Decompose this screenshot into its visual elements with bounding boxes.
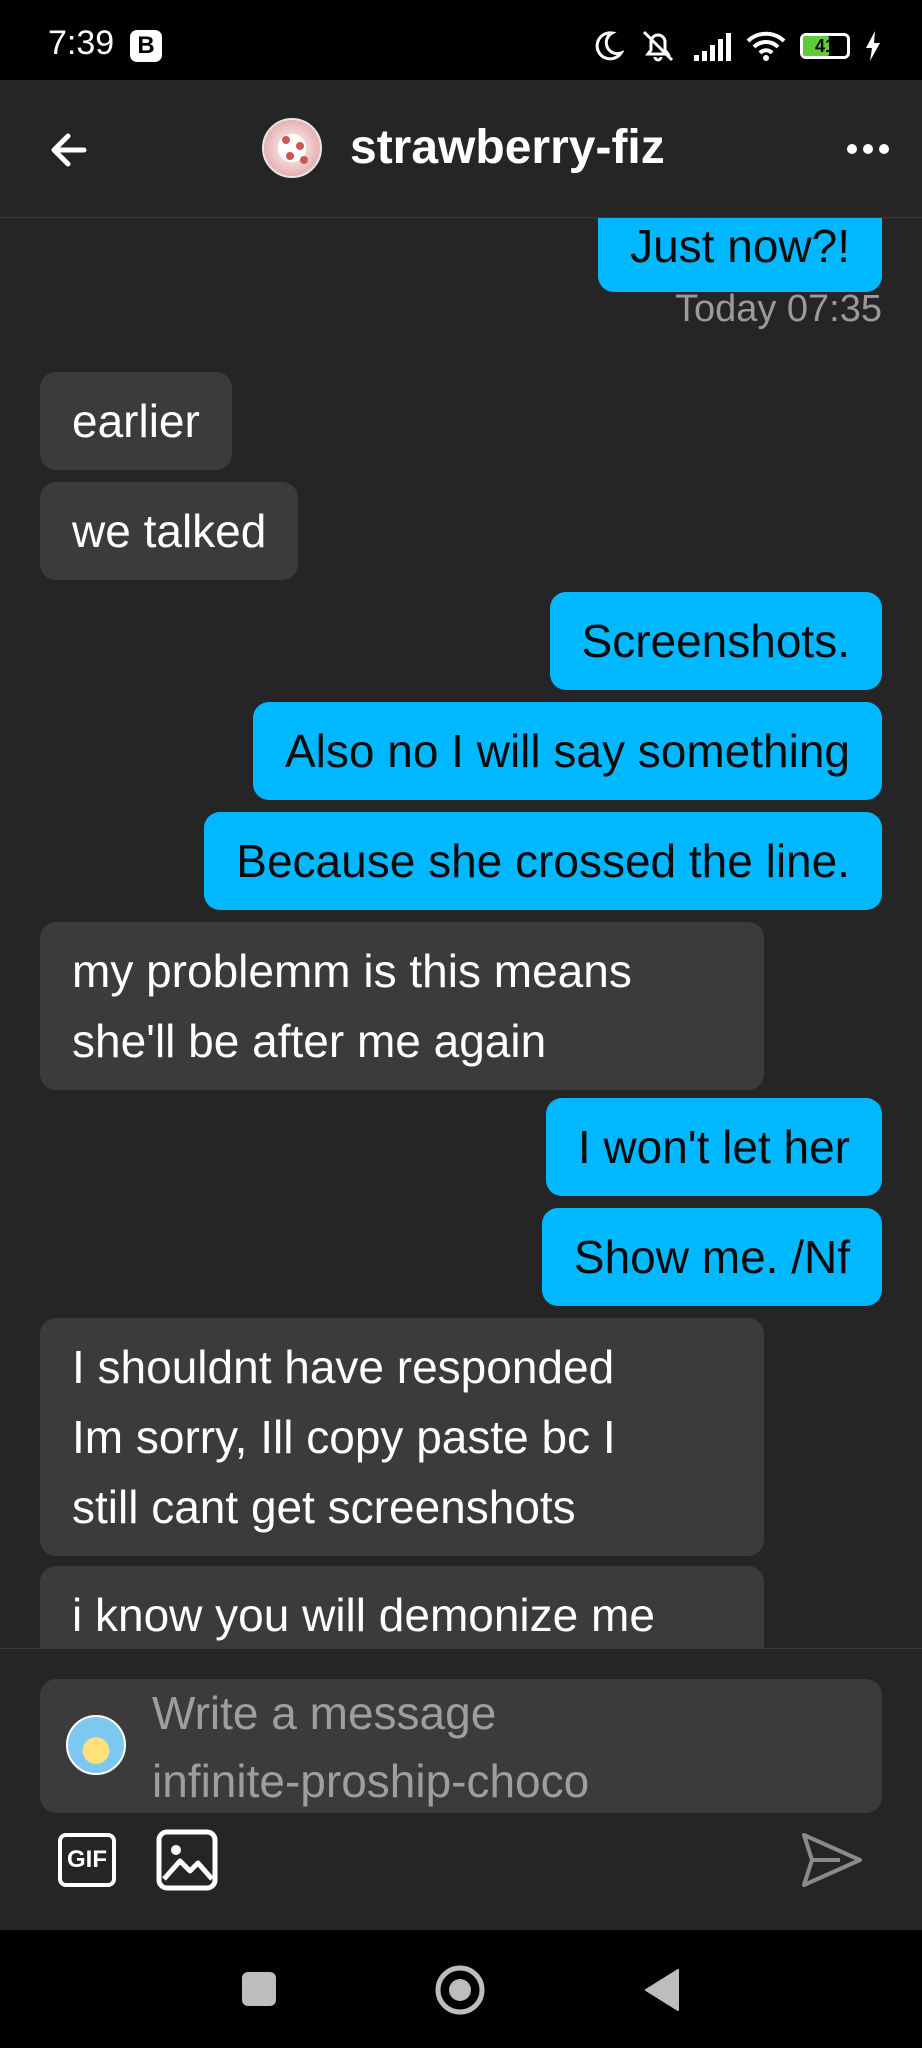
system-navigation-bar [0,1930,922,2048]
message-timestamp: Today 07:35 [674,288,882,330]
message-incoming[interactable]: i know you will demonize me [40,1566,764,1648]
message-incoming[interactable]: we talked [40,482,299,580]
input-blog-name: infinite-proship-choco [152,1755,590,1807]
conversation-title[interactable]: strawberry-fiz [350,120,665,176]
send-icon[interactable] [800,1829,864,1891]
wifi-icon [746,31,786,61]
back-nav-icon[interactable] [642,1968,682,2012]
back-arrow-icon[interactable] [40,120,100,180]
message-list[interactable]: Just now?! Today 07:35 earlier we talked… [0,218,922,1648]
input-placeholder: Write a message [152,1687,497,1739]
image-icon[interactable] [156,1829,218,1891]
charging-icon [866,31,880,61]
recents-icon[interactable] [240,1970,278,2008]
message-incoming[interactable]: I shouldnt have responded Im sorry, Ill … [40,1318,764,1556]
message-outgoing[interactable]: I won't let her [545,1098,882,1196]
message-input[interactable]: Write a message infinite-proship-choco [40,1679,882,1813]
message-outgoing[interactable]: Screenshots. [549,592,882,690]
gif-button[interactable]: GIF [58,1833,116,1887]
muted-bell-icon [642,30,674,62]
status-time: 7:39 [48,24,115,62]
message-outgoing[interactable]: Also no I will say something [252,702,882,800]
status-icons: 41 [590,26,882,66]
message-outgoing[interactable]: Show me. /Nf [541,1208,882,1306]
home-icon[interactable] [434,1964,486,2016]
notification-badge-icon: B [130,30,162,62]
conversation-header: strawberry-fiz [0,80,922,218]
message-incoming[interactable]: my problemm is this means she'll be afte… [40,922,764,1090]
message-outgoing[interactable]: Just now?! [598,218,882,292]
message-outgoing[interactable]: Because she crossed the line. [204,812,882,910]
battery-icon: 41 [800,33,850,59]
composer: Write a message infinite-proship-choco G… [0,1648,922,1930]
status-bar: 7:39 B 41 [0,0,922,80]
message-incoming[interactable]: earlier [40,372,232,470]
signal-icon [694,33,731,61]
avatar[interactable] [262,118,322,178]
moon-icon [595,31,624,61]
user-avatar [66,1715,126,1775]
more-options-icon[interactable] [840,124,896,174]
